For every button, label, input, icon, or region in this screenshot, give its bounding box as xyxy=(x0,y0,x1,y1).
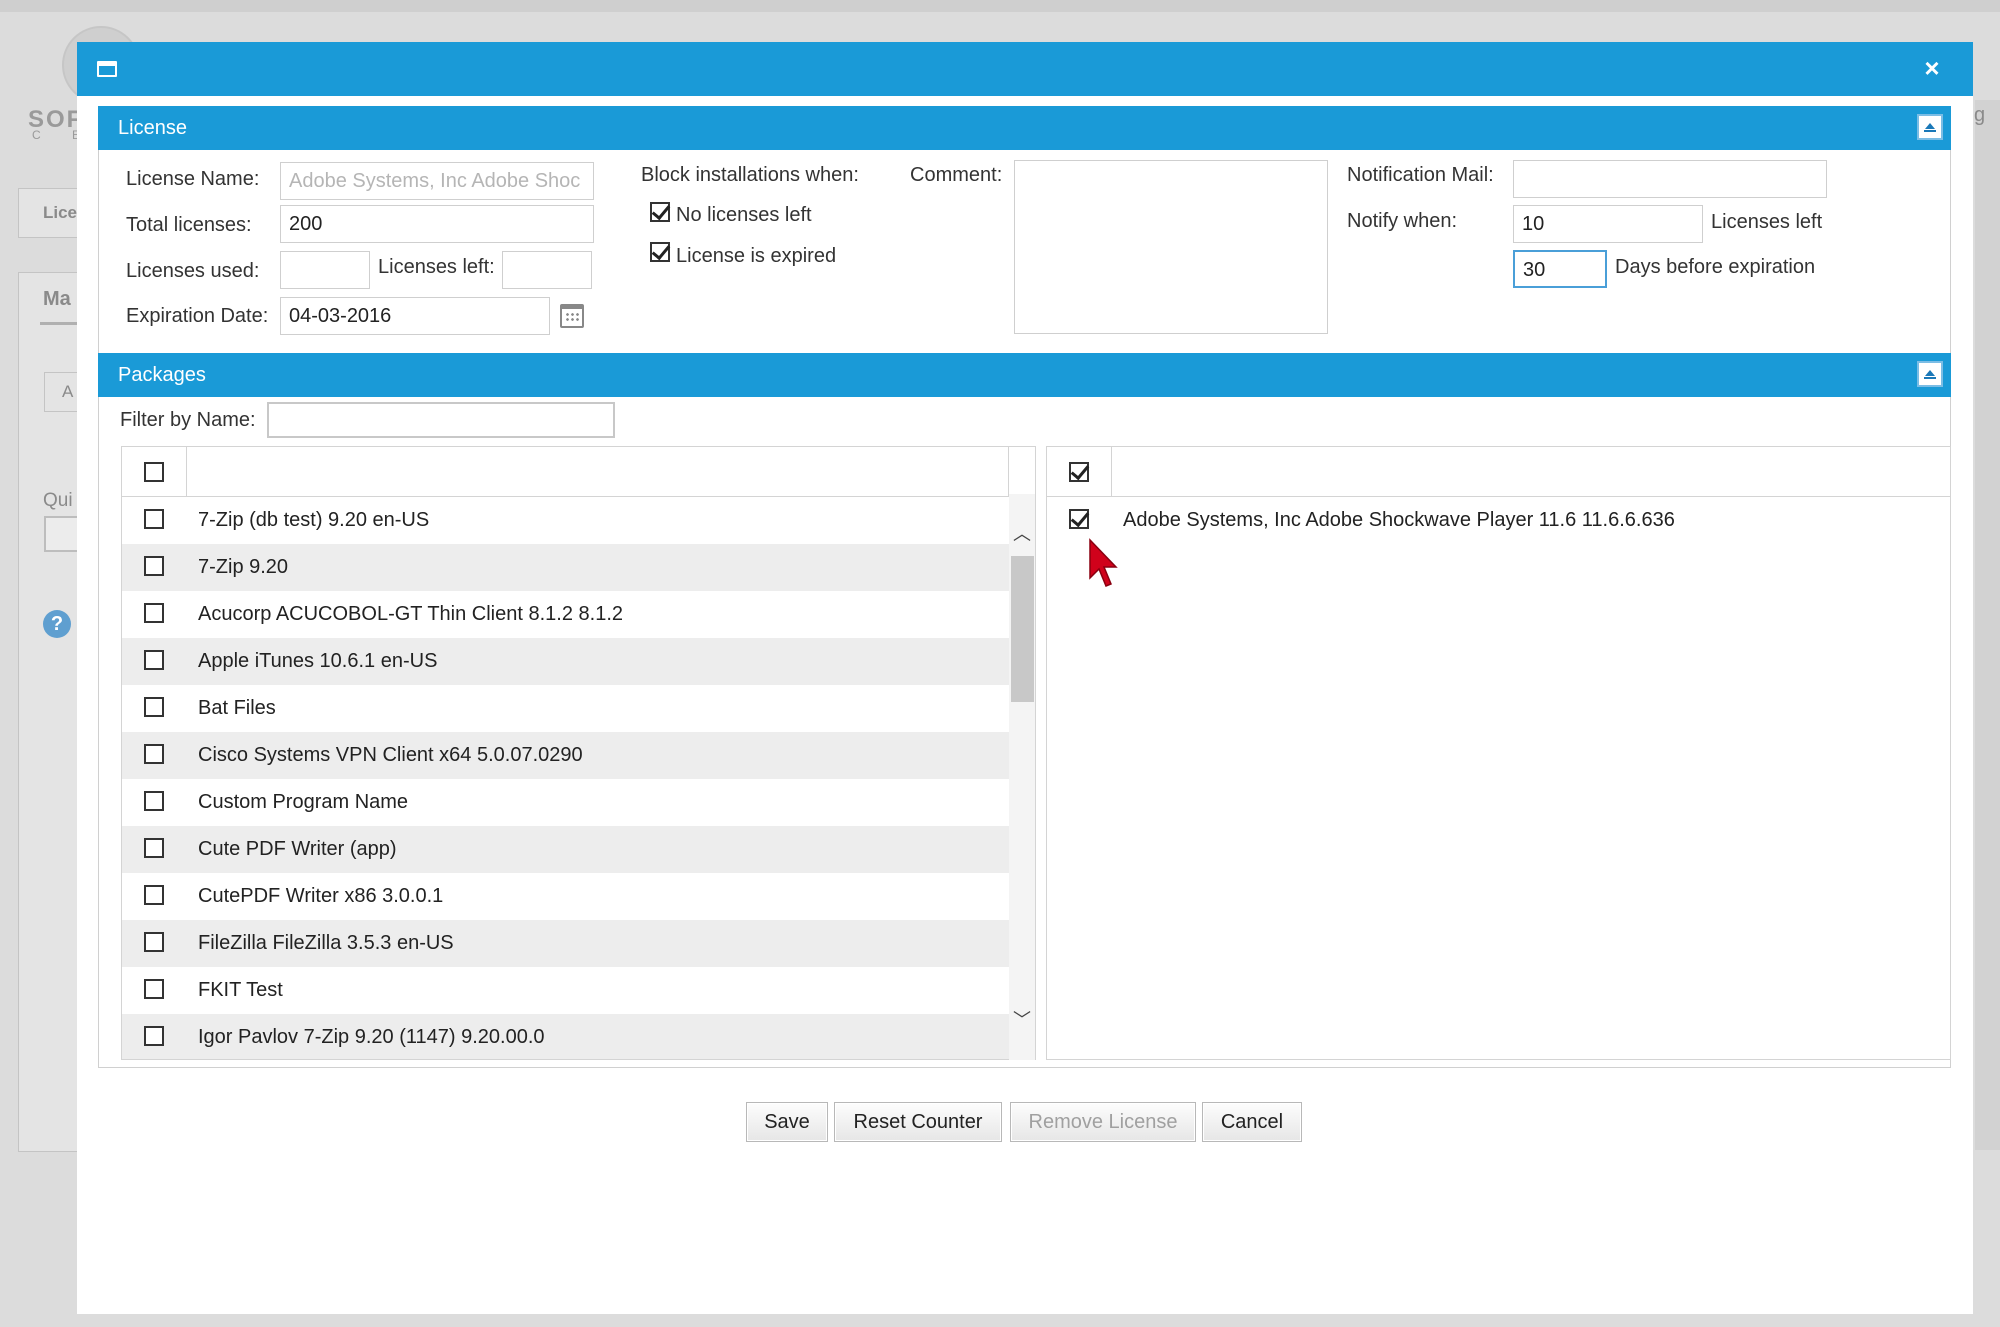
background-quick-label: Qui xyxy=(43,490,73,511)
license-section-header: License xyxy=(98,106,1951,150)
package-checkbox[interactable] xyxy=(144,932,164,952)
package-checkbox[interactable] xyxy=(144,603,164,623)
package-name: 7-Zip (db test) 9.20 en-US xyxy=(198,509,430,531)
package-name: Cute PDF Writer (app) xyxy=(198,838,397,860)
background-top-bar xyxy=(0,0,2000,12)
expiration-date-input[interactable]: 04-03-2016 xyxy=(280,297,550,335)
packages-section-header: Packages xyxy=(98,353,1951,397)
no-licenses-left-checkbox[interactable] xyxy=(650,202,670,222)
package-checkbox[interactable] xyxy=(144,979,164,999)
license-collapse-icon[interactable] xyxy=(1917,114,1943,140)
package-row[interactable]: FileZilla FileZilla 3.5.3 en-US xyxy=(122,920,1010,967)
package-name: CutePDF Writer x86 3.0.0.1 xyxy=(198,885,444,907)
package-name: Adobe Systems, Inc Adobe Shockwave Playe… xyxy=(1123,509,1675,531)
window-icon xyxy=(97,61,117,77)
package-name: Apple iTunes 10.6.1 en-US xyxy=(198,650,438,672)
license-name-label: License Name: xyxy=(126,168,260,190)
package-row[interactable]: Custom Program Name xyxy=(122,779,1010,826)
comment-textarea[interactable] xyxy=(1014,160,1328,334)
package-row[interactable]: Bat Files xyxy=(122,685,1010,732)
licenses-left-label: Licenses left: xyxy=(378,256,495,278)
package-row[interactable]: FKIT Test xyxy=(122,967,1010,1014)
scroll-down-icon[interactable]: ﹀ xyxy=(1009,1008,1035,1032)
package-checkbox[interactable] xyxy=(144,697,164,717)
package-checkbox[interactable] xyxy=(144,1026,164,1046)
package-name: Bat Files xyxy=(198,697,276,719)
license-expired-checkbox[interactable] xyxy=(650,242,670,262)
block-installations-label: Block installations when: xyxy=(641,164,859,186)
filter-by-name-label: Filter by Name: xyxy=(120,409,256,431)
background-section-underline xyxy=(40,322,80,325)
select-all-selected-checkbox[interactable] xyxy=(1069,462,1089,482)
save-button[interactable]: Save xyxy=(746,1102,828,1142)
package-row[interactable]: Apple iTunes 10.6.1 en-US xyxy=(122,638,1010,685)
package-checkbox[interactable] xyxy=(144,509,164,529)
package-row[interactable]: Cisco Systems VPN Client x64 5.0.07.0290 xyxy=(122,732,1010,779)
available-list-header xyxy=(122,447,1035,497)
background-right-strip xyxy=(1975,100,2000,1150)
package-checkbox[interactable] xyxy=(144,556,164,576)
header-separator xyxy=(1111,447,1112,497)
package-row[interactable]: Cute PDF Writer (app) xyxy=(122,826,1010,873)
notify-licenses-input[interactable]: 10 xyxy=(1513,205,1703,243)
package-row[interactable]: 7-Zip (db test) 9.20 en-US xyxy=(122,497,1010,544)
notification-mail-input[interactable] xyxy=(1513,160,1827,198)
notify-when-label: Notify when: xyxy=(1347,210,1458,232)
filter-by-name-input[interactable] xyxy=(267,402,615,438)
package-row[interactable]: Acucorp ACUCOBOL-GT Thin Client 8.1.2 8.… xyxy=(122,591,1010,638)
package-checkbox[interactable] xyxy=(144,885,164,905)
package-checkbox[interactable] xyxy=(144,744,164,764)
license-name-input[interactable]: Adobe Systems, Inc Adobe Shoc xyxy=(280,162,594,200)
expiration-date-label: Expiration Date: xyxy=(126,305,269,327)
no-licenses-left-label: No licenses left xyxy=(676,204,812,226)
background-right-text: g xyxy=(1974,104,1986,126)
licenses-used-label: Licenses used: xyxy=(126,260,260,282)
available-packages-list: 7-Zip (db test) 9.20 en-US 7-Zip 9.20 Acuc… xyxy=(121,446,1036,1060)
close-icon[interactable]: × xyxy=(1916,52,1948,84)
dialog-titlebar xyxy=(77,42,1973,96)
total-licenses-input[interactable]: 200 xyxy=(280,205,594,243)
remove-license-button[interactable]: Remove License xyxy=(1010,1102,1196,1142)
package-name: Cisco Systems VPN Client x64 5.0.07.0290 xyxy=(198,744,583,766)
package-checkbox[interactable] xyxy=(144,650,164,670)
mouse-cursor-icon xyxy=(1089,538,1118,587)
days-before-suffix: Days before expiration xyxy=(1615,256,1816,278)
background-button-label: A xyxy=(62,382,74,401)
scroll-up-icon[interactable]: ︿ xyxy=(1009,522,1035,546)
header-separator xyxy=(186,447,187,497)
package-row[interactable]: 7-Zip 9.20 xyxy=(122,544,1010,591)
cancel-button[interactable]: Cancel xyxy=(1202,1102,1302,1142)
background-section-label: Ma xyxy=(43,288,71,310)
package-row[interactable]: CutePDF Writer x86 3.0.0.1 xyxy=(122,873,1010,920)
package-name: 7-Zip 9.20 xyxy=(198,556,289,578)
calendar-icon[interactable] xyxy=(560,304,584,328)
package-name: FKIT Test xyxy=(198,979,283,1001)
package-name: Acucorp ACUCOBOL-GT Thin Client 8.1.2 8.… xyxy=(198,603,624,625)
licenses-left-input[interactable] xyxy=(502,251,592,289)
comment-label: Comment: xyxy=(910,164,1003,186)
notify-days-input[interactable]: 30 xyxy=(1513,250,1607,288)
package-checkbox[interactable] xyxy=(144,791,164,811)
package-name: Custom Program Name xyxy=(198,791,409,813)
licenses-used-input[interactable] xyxy=(280,251,370,289)
reset-counter-button[interactable]: Reset Counter xyxy=(834,1102,1002,1142)
selected-list-header xyxy=(1047,447,1950,497)
selected-packages-list: Adobe Systems, Inc Adobe Shockwave Playe… xyxy=(1046,446,1951,1060)
package-name: FileZilla FileZilla 3.5.3 en-US xyxy=(198,932,454,954)
select-all-available-checkbox[interactable] xyxy=(144,462,164,482)
packages-collapse-icon[interactable] xyxy=(1917,361,1943,387)
package-row[interactable]: Adobe Systems, Inc Adobe Shockwave Playe… xyxy=(1047,497,1950,544)
scrollbar-thumb[interactable] xyxy=(1011,556,1034,702)
header-separator xyxy=(1008,447,1009,497)
package-checkbox[interactable] xyxy=(144,838,164,858)
background-help-icon: ? xyxy=(43,610,71,638)
background-tab-label: Lice xyxy=(43,203,78,222)
package-name: Igor Pavlov 7-Zip 9.20 (1147) 9.20.00.0 xyxy=(198,1026,545,1048)
package-checkbox[interactable] xyxy=(1069,509,1089,529)
licenses-left-suffix: Licenses left xyxy=(1711,211,1823,233)
notification-mail-label: Notification Mail: xyxy=(1347,164,1494,186)
package-row[interactable]: Igor Pavlov 7-Zip 9.20 (1147) 9.20.00.0 xyxy=(122,1014,1010,1059)
license-expired-label: License is expired xyxy=(676,245,837,267)
total-licenses-label: Total licenses: xyxy=(126,214,252,236)
